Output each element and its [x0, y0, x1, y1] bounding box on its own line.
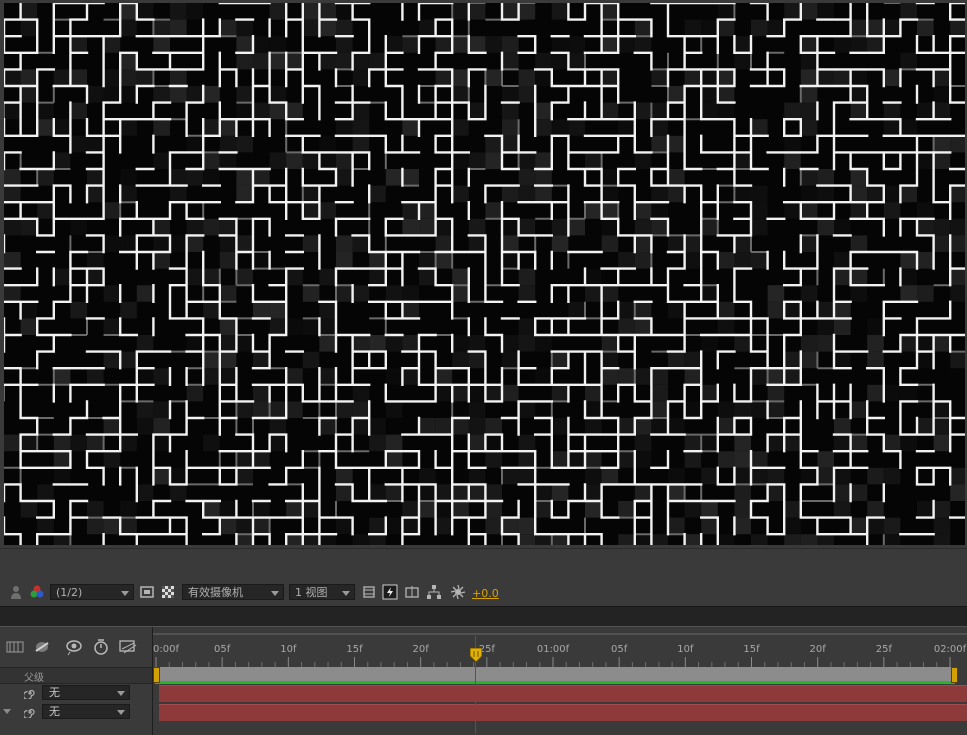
maze-pattern	[4, 3, 965, 545]
render-range-bar	[155, 681, 955, 684]
composition-viewer[interactable]	[0, 0, 967, 548]
motion-blur-icon[interactable]	[118, 639, 138, 655]
timeline-switches	[0, 637, 152, 661]
layer-row[interactable]: 无	[0, 703, 152, 721]
ruler-label: 20f	[810, 644, 827, 655]
ruler-label: 01:00f	[537, 644, 570, 655]
ruler-label: 25f	[876, 644, 893, 655]
view-layout-label: 1 视图	[295, 586, 328, 599]
expand-triangle-icon[interactable]	[3, 709, 11, 714]
chevron-down-icon	[342, 591, 350, 596]
timeline-panel: 父级 无 无 0:00f 05f 10f 15f 20f 25f 01:00f 05f 10f 1…	[0, 626, 967, 735]
layer-row[interactable]: 无	[0, 684, 152, 702]
3d-draft-icon[interactable]	[361, 584, 377, 600]
work-area-end-handle[interactable]	[951, 667, 958, 683]
ruler-label: 05f	[611, 644, 628, 655]
draft-3d-icon[interactable]	[33, 639, 51, 655]
flowchart-icon[interactable]	[426, 584, 442, 600]
layer-outline: 父级 无 无	[0, 627, 153, 735]
camera-label: 有效摄像机	[188, 586, 243, 599]
ruler-label: 0:00f	[153, 644, 179, 655]
chevron-down-icon	[121, 591, 129, 596]
viewer-toolbar: (1/2) 有效摄像机 1 视图 +0.0	[0, 548, 967, 607]
fast-preview-icon[interactable]	[382, 584, 398, 600]
layer-duration-bar[interactable]	[159, 685, 967, 702]
user-icon[interactable]	[8, 584, 24, 600]
current-time-indicator[interactable]	[470, 648, 482, 662]
reset-view-icon[interactable]	[404, 584, 420, 600]
composition-frame[interactable]	[4, 3, 965, 545]
panel-separator	[0, 606, 967, 627]
ruler-label: 10f	[280, 644, 297, 655]
ruler-label: 10f	[677, 644, 694, 655]
exposure-value[interactable]: +0.0	[472, 587, 499, 600]
parent-dropdown[interactable]: 无	[42, 704, 130, 719]
parent-column-header[interactable]: 父级	[0, 667, 152, 684]
hide-shy-icon[interactable]	[64, 638, 84, 656]
pick-whip-icon[interactable]	[24, 687, 36, 699]
comp-mini-flowchart-icon[interactable]	[6, 639, 24, 655]
resolution-dropdown[interactable]: (1/2)	[50, 584, 134, 600]
layer-duration-bar[interactable]	[159, 704, 967, 721]
pick-whip-icon[interactable]	[24, 706, 36, 718]
chevron-down-icon	[117, 691, 125, 696]
ruler-label: 05f	[214, 644, 231, 655]
ruler-label: 02:00f	[934, 644, 967, 655]
parent-header-label: 父级	[24, 673, 44, 684]
transparency-grid-icon[interactable]	[160, 584, 176, 600]
ruler-label: 20f	[413, 644, 430, 655]
timeline-graph[interactable]: 0:00f 05f 10f 15f 20f 25f 01:00f 05f 10f 15f 20f 25…	[153, 627, 967, 735]
region-of-interest-icon[interactable]	[139, 584, 155, 600]
chevron-down-icon	[117, 710, 125, 715]
ruler-label: 15f	[743, 644, 760, 655]
view-layout-dropdown[interactable]: 1 视图	[289, 584, 355, 600]
work-area-start-handle[interactable]	[153, 667, 160, 683]
resolution-label: (1/2)	[56, 586, 83, 599]
exposure-icon[interactable]	[450, 584, 466, 600]
camera-dropdown[interactable]: 有效摄像机	[182, 584, 284, 600]
frame-blending-icon[interactable]	[92, 638, 110, 656]
parent-value: 无	[49, 686, 60, 699]
parent-value: 无	[49, 705, 60, 718]
parent-dropdown[interactable]: 无	[42, 685, 130, 700]
ruler-label: 15f	[346, 644, 363, 655]
chevron-down-icon	[271, 591, 279, 596]
color-channels-icon[interactable]	[29, 584, 45, 600]
time-ruler[interactable]: 0:00f 05f 10f 15f 20f 25f 01:00f 05f 10f 15f 20f 25…	[153, 633, 967, 667]
